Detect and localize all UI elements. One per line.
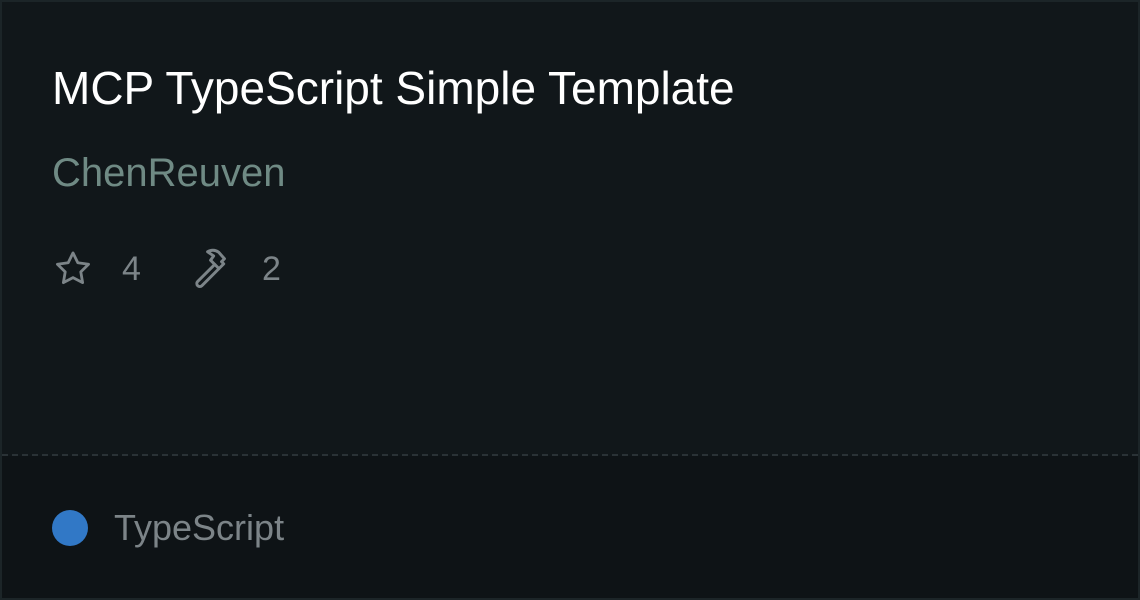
card-footer: TypeScript (2, 456, 1138, 598)
language-indicator: TypeScript (52, 506, 284, 550)
tools-stat: 2 (190, 248, 281, 290)
language-color-dot (52, 510, 88, 546)
tools-count: 2 (262, 250, 281, 288)
stars-stat: 4 (52, 248, 141, 290)
repo-owner: ChenReuven (52, 151, 286, 195)
stars-count: 4 (122, 250, 141, 288)
hammer-icon (190, 247, 234, 291)
star-icon (52, 248, 94, 290)
language-name: TypeScript (114, 507, 285, 548)
repo-card: MCP TypeScript Simple Template ChenReuve… (0, 0, 1140, 600)
repo-title: MCP TypeScript Simple Template (52, 62, 735, 114)
card-body: MCP TypeScript Simple Template ChenReuve… (2, 2, 1138, 454)
